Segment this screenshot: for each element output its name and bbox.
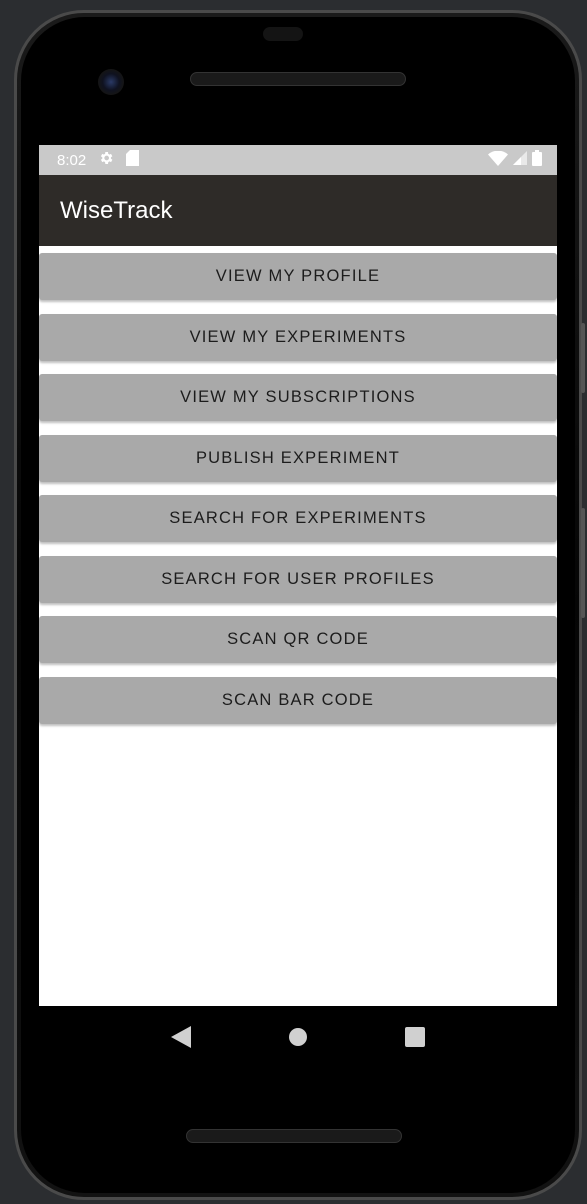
scan-bar-code-button[interactable]: SCAN BAR CODE — [39, 676, 557, 724]
screen: 8:02 WiseTrack VIEW MY PROFILE VIEW MY E… — [39, 145, 557, 1006]
recents-button[interactable] — [395, 1017, 435, 1057]
volume-button — [581, 323, 585, 393]
app-bar: WiseTrack — [39, 175, 557, 246]
navigation-bar — [39, 1006, 557, 1068]
search-for-experiments-button[interactable]: SEARCH FOR EXPERIMENTS — [39, 495, 557, 542]
bottom-speaker — [186, 1129, 402, 1143]
back-button[interactable] — [161, 1017, 201, 1057]
search-for-user-profiles-button[interactable]: SEARCH FOR USER PROFILES — [39, 555, 557, 603]
back-icon — [171, 1026, 192, 1048]
home-icon — [288, 1028, 307, 1046]
home-button[interactable] — [278, 1017, 318, 1057]
view-my-profile-button[interactable]: VIEW MY PROFILE — [39, 253, 557, 300]
view-my-experiments-button[interactable]: VIEW MY EXPERIMENTS — [39, 313, 557, 361]
app-title: WiseTrack — [60, 196, 173, 224]
top-speaker — [190, 72, 406, 86]
sd-card-icon — [126, 150, 140, 170]
wifi-icon — [488, 150, 508, 170]
signal-icon — [513, 151, 527, 169]
settings-icon — [98, 150, 114, 170]
proximity-sensor — [263, 27, 303, 41]
status-time: 8:02 — [57, 151, 87, 169]
scan-qr-code-button[interactable]: SCAN QR CODE — [39, 616, 557, 663]
power-button — [581, 508, 585, 618]
status-bar: 8:02 — [39, 145, 557, 175]
menu-buttons: VIEW MY PROFILE VIEW MY EXPERIMENTS VIEW… — [39, 246, 557, 724]
recents-icon — [404, 1027, 425, 1047]
view-my-subscriptions-button[interactable]: VIEW MY SUBSCRIPTIONS — [39, 374, 557, 421]
front-camera — [98, 69, 124, 95]
publish-experiment-button[interactable]: PUBLISH EXPERIMENT — [39, 434, 557, 482]
battery-icon — [532, 150, 542, 170]
